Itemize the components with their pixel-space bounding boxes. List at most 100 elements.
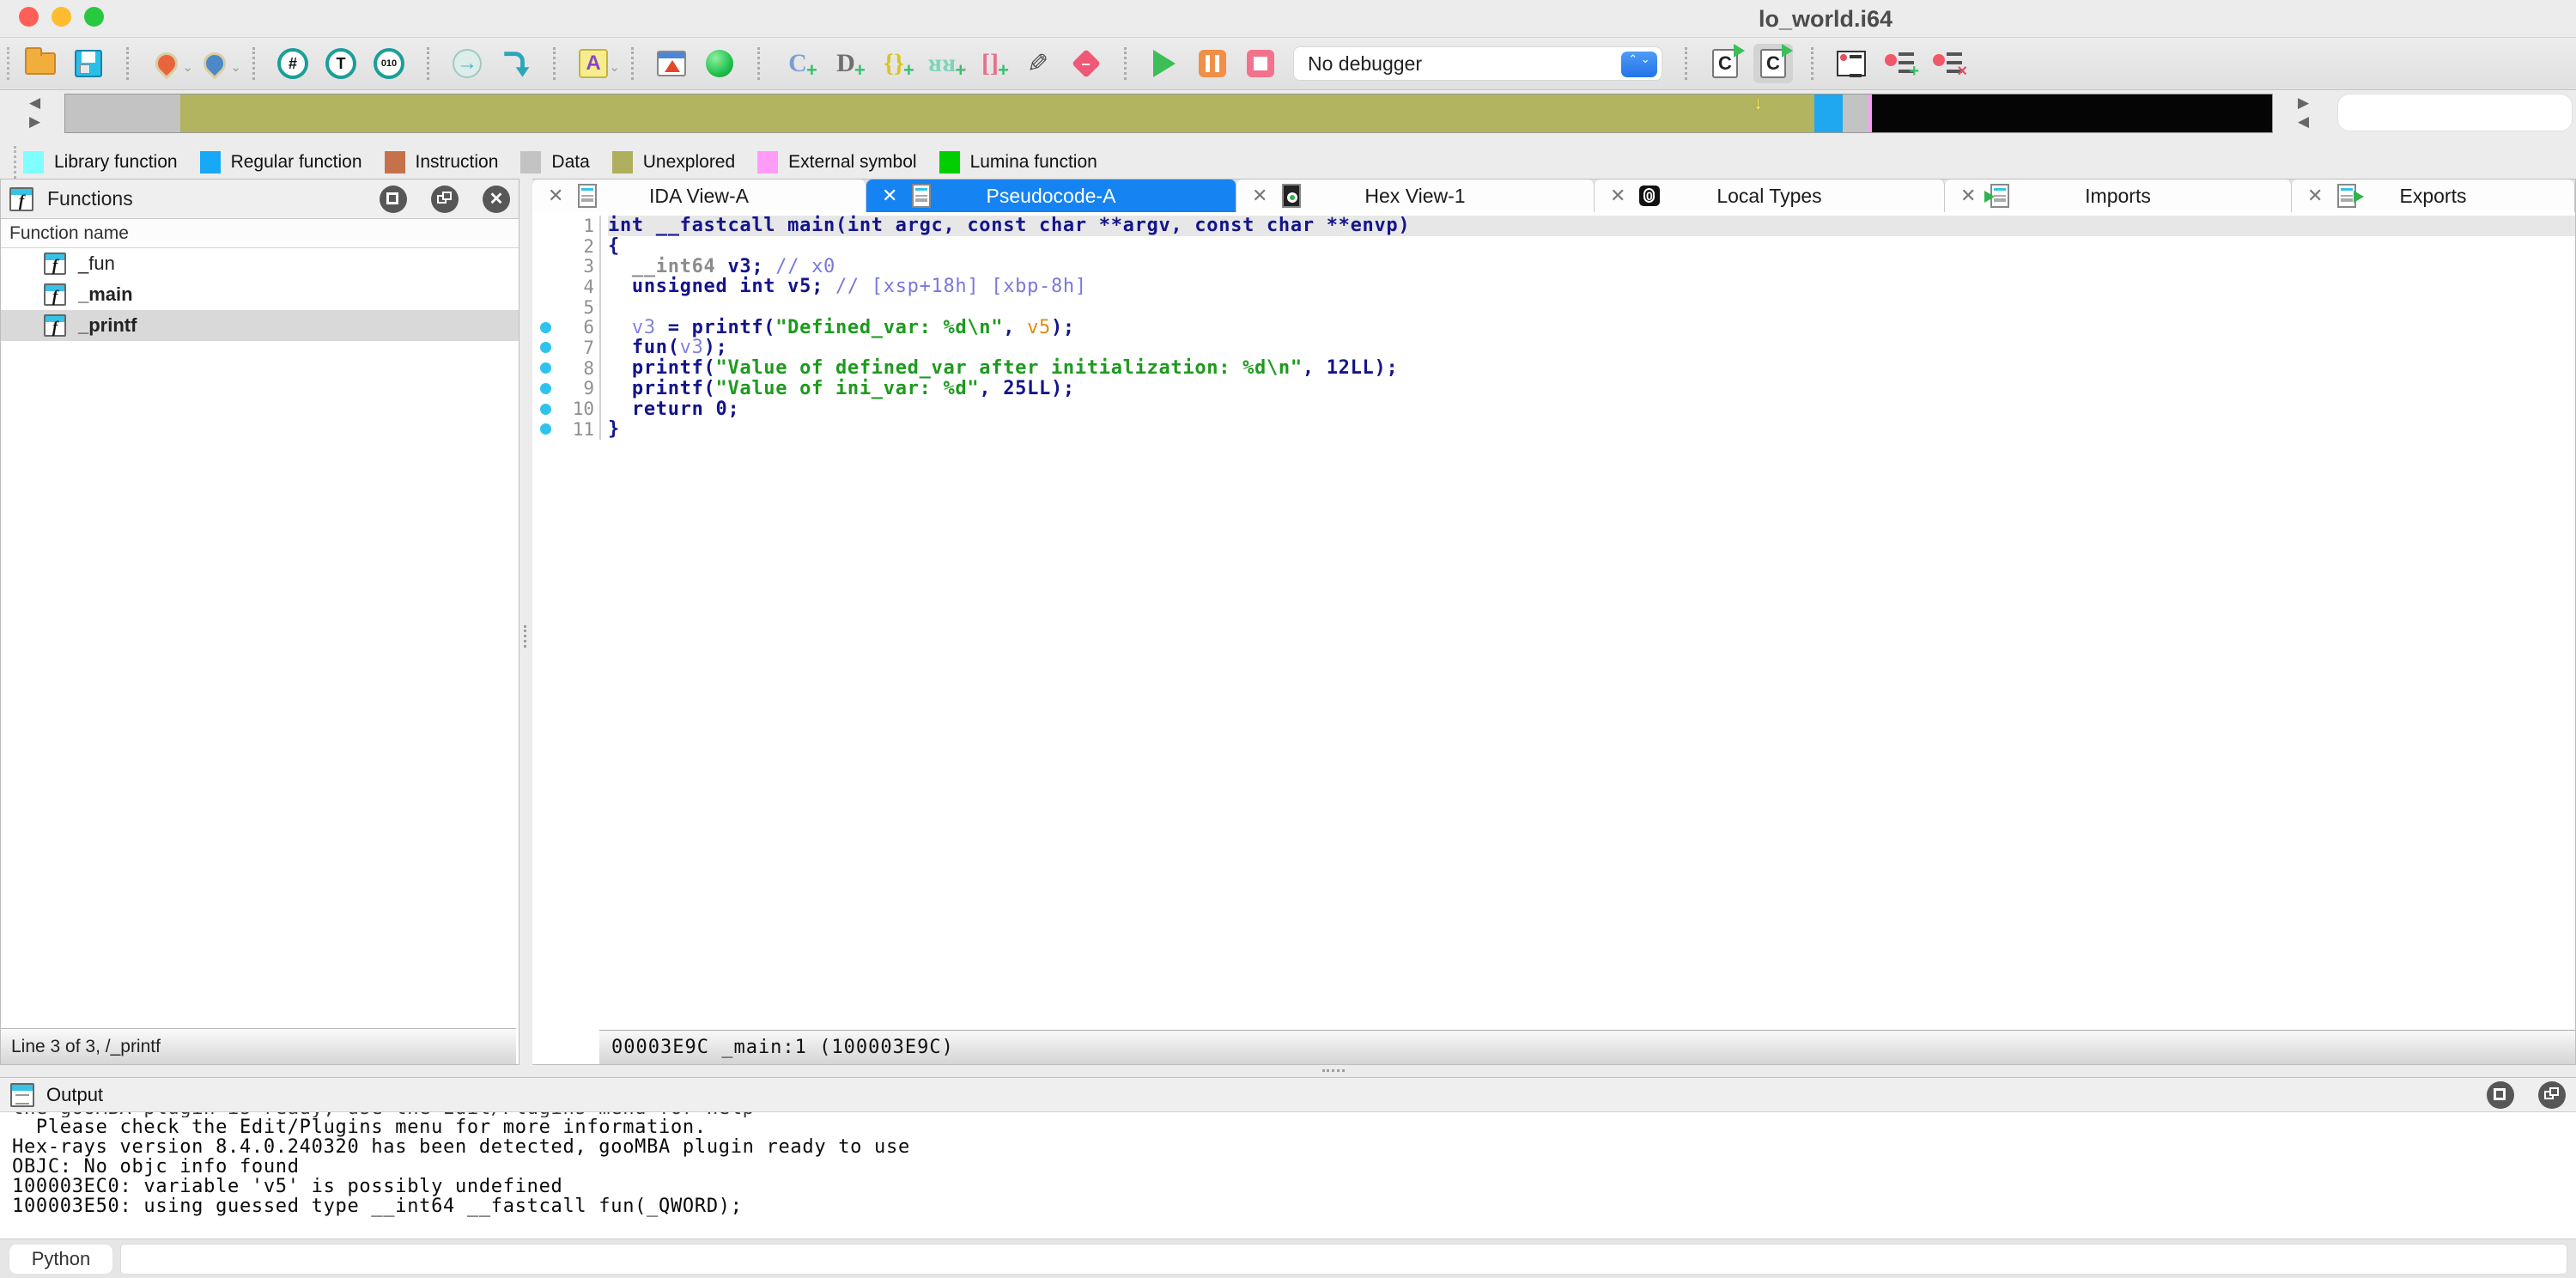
save-file-icon[interactable]: [69, 44, 108, 83]
maximize-output-icon[interactable]: [2487, 1081, 2514, 1109]
code-line[interactable]: 9 printf("Value of ini_var: %d", 25LL);: [532, 379, 2575, 399]
python-console-input[interactable]: [120, 1244, 2567, 1275]
navband-scroll-left-icon[interactable]: ◀: [29, 95, 43, 111]
jump-back-icon[interactable]: ⌄: [147, 44, 186, 83]
set-colors-icon[interactable]: A⌄: [574, 44, 613, 83]
run-to-cursor-icon[interactable]: C: [1753, 44, 1793, 83]
close-tab-icon[interactable]: ✕: [2307, 185, 2323, 207]
edit-function-icon[interactable]: ✎: [1018, 44, 1058, 83]
toolbar-drag-handle[interactable]: [7, 47, 9, 80]
breakpoint-dot[interactable]: [532, 383, 558, 394]
navigation-band[interactable]: [64, 94, 2273, 133]
navband-data-segment[interactable]: [65, 94, 180, 132]
close-tab-icon[interactable]: ✕: [1960, 185, 1976, 207]
breakpoint-dot[interactable]: [532, 342, 558, 353]
close-tab-icon[interactable]: ✕: [882, 185, 897, 207]
make-number-icon[interactable]: #: [273, 44, 313, 83]
chevron-down-icon[interactable]: ⌄: [957, 59, 969, 75]
jump-to-address-icon[interactable]: →: [447, 44, 487, 83]
code-line[interactable]: 2{: [532, 236, 2575, 257]
code-line[interactable]: 8 printf("Value of defined_var after ini…: [532, 358, 2575, 379]
tab-local-types[interactable]: Local Types✕0: [1595, 180, 1945, 212]
chevron-down-icon[interactable]: ⌄: [609, 59, 620, 75]
lumina-icon[interactable]: [700, 44, 739, 83]
code-line[interactable]: 5: [532, 297, 2575, 318]
navband-position-marker: ↓: [1753, 92, 1763, 114]
navband-library-black-segment[interactable]: [1872, 94, 2272, 132]
maximize-panel-icon[interactable]: [380, 186, 407, 213]
minimize-window-icon[interactable]: [52, 7, 71, 27]
code-token-kw: }: [608, 418, 620, 440]
functions-panel-header[interactable]: f Functions ✕: [1, 180, 519, 219]
navband-scroll-right-icon[interactable]: ▶: [29, 114, 43, 130]
navband-right-arrows[interactable]: ▶ ◀: [2298, 95, 2312, 130]
close-window-icon[interactable]: [19, 7, 39, 27]
navband-data-segment-2[interactable]: [1843, 94, 1868, 132]
quick-debug-icon[interactable]: C: [1705, 44, 1745, 83]
create-data-icon[interactable]: D+: [826, 44, 866, 83]
navband-left-arrows[interactable]: ◀ ▶: [29, 95, 43, 130]
restore-panel-icon[interactable]: [431, 186, 459, 213]
function-row[interactable]: f_main: [1, 279, 519, 310]
pseudocode-view[interactable]: 1int __fastcall main(int argc, const cha…: [532, 212, 2575, 1030]
jump-forward-icon[interactable]: ⌄: [195, 44, 234, 83]
breakpoint-list-icon[interactable]: [1832, 44, 1871, 83]
debugger-select[interactable]: No debugger⌃ ⌄: [1293, 46, 1662, 81]
tab-imports[interactable]: Imports✕: [1945, 180, 2292, 212]
jump-down-icon[interactable]: [495, 44, 535, 83]
function-row[interactable]: f_printf: [1, 310, 519, 341]
close-panel-icon[interactable]: ✕: [483, 186, 510, 213]
function-row[interactable]: f_fun: [1, 248, 519, 279]
open-file-icon[interactable]: [21, 44, 60, 83]
create-function-icon[interactable]: C+: [778, 44, 817, 83]
tab-pseudocode-a[interactable]: Pseudocode-A✕: [866, 180, 1236, 212]
output-panel-header[interactable]: Output: [0, 1078, 2576, 1112]
tab-exports[interactable]: Exports✕: [2292, 180, 2575, 212]
breakpoint-dot[interactable]: [532, 423, 558, 435]
breakpoint-dot[interactable]: [532, 322, 558, 333]
navband-legend: Library functionRegular functionInstruct…: [0, 146, 2576, 179]
stop-process-icon[interactable]: [1241, 44, 1280, 83]
close-tab-icon[interactable]: ✕: [1610, 185, 1625, 207]
close-tab-icon[interactable]: ✕: [1252, 185, 1267, 207]
zoom-window-icon[interactable]: [84, 7, 104, 27]
breakpoint-dot[interactable]: [532, 362, 558, 374]
close-tab-icon[interactable]: ✕: [548, 185, 563, 207]
code-line[interactable]: 4 unsigned int v5; // [xsp+18h] [xbp-8h]: [532, 277, 2575, 297]
output-console[interactable]: the gooMBA plugin is ready, use the Edit…: [0, 1112, 2576, 1238]
code-token-kw: = printf(: [656, 317, 775, 338]
line-number: 8: [558, 358, 594, 379]
delete-breakpoint-icon[interactable]: ×: [1928, 44, 1967, 83]
code-line[interactable]: 3 __int64 v3; // x0: [532, 256, 2575, 277]
navband-regular-function-segment[interactable]: [1814, 94, 1843, 132]
make-text-icon[interactable]: T: [321, 44, 361, 83]
navband-scroll-right-icon2[interactable]: ▶: [2298, 95, 2312, 111]
horizontal-splitter[interactable]: [0, 1065, 2576, 1077]
tab-ida-view-a[interactable]: IDA View-A✕: [532, 180, 866, 212]
navband-scroll-left-icon2[interactable]: ◀: [2298, 114, 2312, 130]
undefine-icon[interactable]: –: [1066, 44, 1106, 83]
code-line[interactable]: 11}: [532, 419, 2575, 440]
tab-hex-view-1[interactable]: Hex View-1✕: [1236, 180, 1595, 212]
python-cli-button[interactable]: Python: [9, 1244, 113, 1275]
make-binary-icon[interactable]: 010: [369, 44, 409, 83]
function-name-column-header[interactable]: Function name: [1, 219, 519, 248]
code-line[interactable]: 1int __fastcall main(int argc, const cha…: [532, 216, 2575, 236]
code-line[interactable]: 7 fun(v3);: [532, 338, 2575, 358]
create-segment-icon[interactable]: ᴚᴚ+⌄: [922, 44, 962, 83]
vertical-splitter[interactable]: [519, 179, 532, 1065]
breakpoint-dot[interactable]: [532, 404, 558, 415]
code-line[interactable]: 6 v3 = printf("Defined_var: %d\n", v5);: [532, 317, 2575, 338]
window-triangle-icon[interactable]: [652, 44, 691, 83]
chevron-down-icon[interactable]: ⌄: [230, 59, 241, 75]
restore-output-icon[interactable]: [2538, 1081, 2566, 1109]
add-breakpoint-icon[interactable]: +: [1880, 44, 1919, 83]
create-array-icon[interactable]: []+: [970, 44, 1010, 83]
select-chevrons-icon[interactable]: ⌃ ⌄: [1621, 52, 1657, 77]
pause-process-icon[interactable]: [1193, 44, 1232, 83]
code-line[interactable]: 10 return 0;: [532, 399, 2575, 419]
chevron-down-icon[interactable]: ⌄: [182, 59, 193, 75]
navband-unexplored-segment[interactable]: [180, 94, 1815, 132]
start-process-icon[interactable]: [1145, 44, 1184, 83]
create-struct-icon[interactable]: {}+: [874, 44, 914, 83]
